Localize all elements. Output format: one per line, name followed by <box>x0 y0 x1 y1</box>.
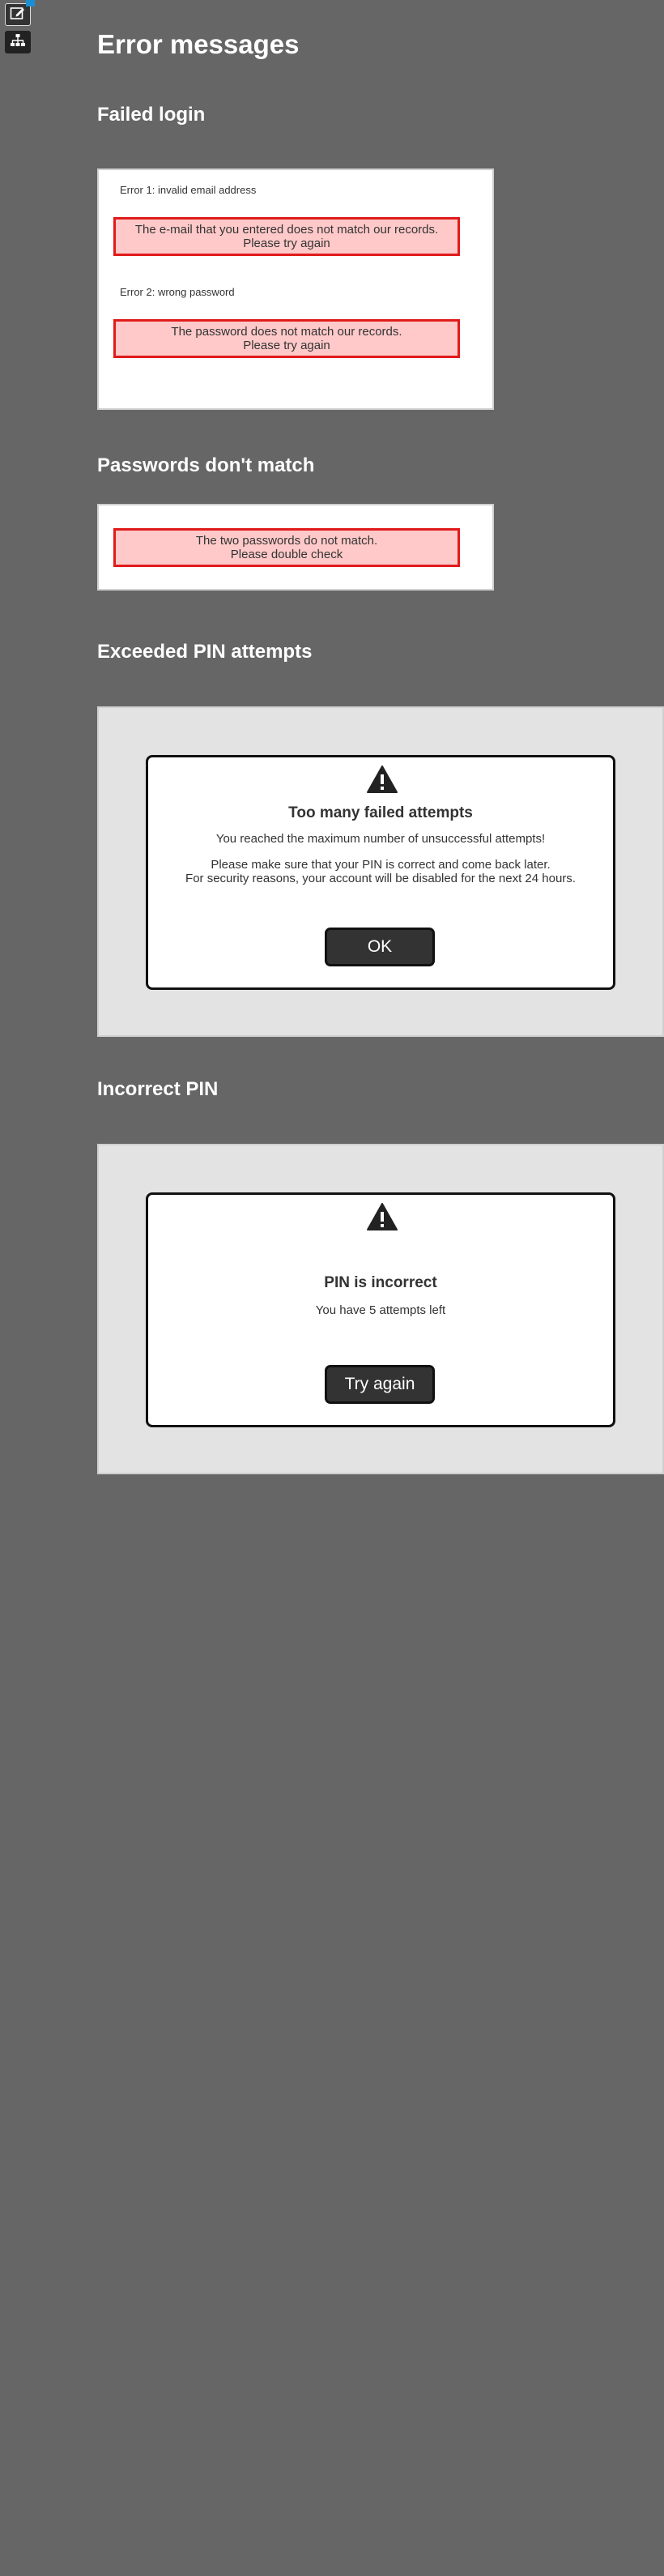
dialog-title: Too many failed attempts <box>288 804 473 821</box>
dialog-text-line1: You reached the maximum number of unsucc… <box>215 832 546 846</box>
error1-line1: The e-mail that you entered does not mat… <box>134 223 439 237</box>
sitemap-icon <box>10 33 26 52</box>
error1-line2: Please try again <box>243 237 330 250</box>
edit-icon <box>10 6 26 24</box>
ok-button[interactable]: OK <box>325 928 435 966</box>
try-again-button[interactable]: Try again <box>325 1365 435 1404</box>
section-title-failed-login: Failed login <box>97 104 206 126</box>
page-title: Error messages <box>97 29 300 59</box>
failed-login-panel: Error 1: invalid email address The e-mai… <box>97 168 494 410</box>
passwords-mismatch-panel: The two passwords do not match. Please d… <box>97 504 494 591</box>
dialog-title: PIN is incorrect <box>324 1274 437 1291</box>
passwords-mismatch-line1: The two passwords do not match. <box>195 534 378 548</box>
sitemap-button[interactable] <box>5 31 31 53</box>
warning-icon <box>367 1203 398 1235</box>
error1-label: Error 1: invalid email address <box>120 184 257 196</box>
incorrect-pin-dialog: PIN is incorrect You have 5 attempts lef… <box>146 1192 615 1427</box>
dialog-text-line1: You have 5 attempts left <box>315 1303 446 1317</box>
error2-line1: The password does not match our records. <box>171 325 402 339</box>
section-title-exceeded-pin: Exceeded PIN attempts <box>97 641 313 663</box>
dialog-text-line2: Please make sure that your PIN is correc… <box>211 858 551 872</box>
passwords-mismatch-line2: Please double check <box>230 548 343 561</box>
incorrect-pin-panel: PIN is incorrect You have 5 attempts lef… <box>97 1144 664 1474</box>
section-title-passwords-mismatch: Passwords don't match <box>97 454 315 476</box>
exceeded-pin-dialog: Too many failed attempts You reached the… <box>146 755 615 990</box>
warning-icon <box>367 766 398 797</box>
section-title-incorrect-pin: Incorrect PIN <box>97 1078 219 1100</box>
error2-line2: Please try again <box>243 339 330 352</box>
error2-label: Error 2: wrong password <box>120 286 235 298</box>
error1-message: The e-mail that you entered does not mat… <box>113 217 460 256</box>
notification-badge <box>26 0 35 6</box>
edit-button[interactable] <box>5 3 31 26</box>
passwords-mismatch-message: The two passwords do not match. Please d… <box>113 528 460 567</box>
dialog-text-line3: For security reasons, your account will … <box>185 872 576 885</box>
error2-message: The password does not match our records.… <box>113 319 460 358</box>
exceeded-pin-panel: Too many failed attempts You reached the… <box>97 706 664 1037</box>
